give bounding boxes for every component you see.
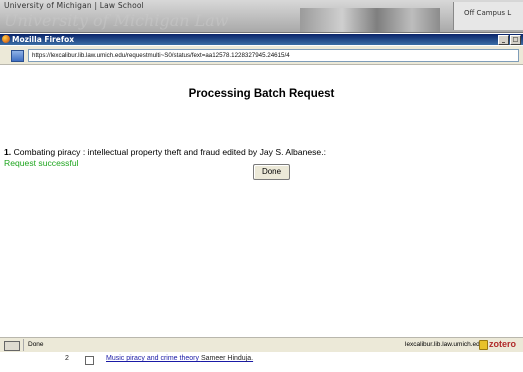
status-divider bbox=[23, 339, 24, 351]
item-text: Combating piracy : intellectual property… bbox=[13, 147, 326, 157]
status-bar-icon bbox=[4, 341, 20, 351]
maximize-button[interactable]: □ bbox=[510, 35, 521, 45]
item-number: 1. bbox=[4, 147, 12, 157]
done-button[interactable]: Done bbox=[253, 164, 290, 180]
site-banner-text: University of Michigan Law bbox=[4, 11, 229, 30]
site-name: University of Michigan | Law School bbox=[4, 1, 144, 10]
minimize-button[interactable]: _ bbox=[498, 35, 509, 45]
result-title-link[interactable]: Music piracy and crime theory Sameer Hin… bbox=[106, 355, 253, 362]
status-text: Done bbox=[28, 341, 44, 348]
status-domain: lexcalibur.lib.law.umich.edu bbox=[405, 341, 484, 348]
background-page-header: University of Michigan | Law School Univ… bbox=[0, 0, 523, 33]
result-checkbox[interactable] bbox=[85, 356, 94, 365]
list-item: 2 Music piracy and crime theory Sameer H… bbox=[0, 355, 523, 365]
address-bar: https://lexcalibur.lib.law.umich.edu/req… bbox=[0, 46, 523, 65]
request-item: 1. Combating piracy : intellectual prope… bbox=[4, 147, 326, 157]
request-status: Request successful bbox=[4, 158, 79, 168]
firefox-popup-window: Mozilla Firefox _ □ https://lexcalibur.l… bbox=[0, 34, 523, 352]
background-results-list: 2 Music piracy and crime theory Sameer H… bbox=[0, 351, 523, 372]
lock-icon[interactable] bbox=[479, 340, 488, 350]
window-title: Mozilla Firefox bbox=[12, 35, 75, 44]
page-icon bbox=[11, 50, 24, 62]
off-campus-tab[interactable]: Off Campus L bbox=[453, 2, 523, 30]
url-field[interactable]: https://lexcalibur.lib.law.umich.edu/req… bbox=[28, 49, 519, 62]
banner-photo bbox=[300, 8, 440, 32]
result-number: 2 bbox=[65, 355, 69, 362]
page-title: Processing Batch Request bbox=[188, 88, 335, 100]
status-bar: Done lexcalibur.lib.law.umich.edu zotero bbox=[0, 337, 523, 352]
page-content: Processing Batch Request 1. Combating pi… bbox=[0, 65, 523, 320]
window-titlebar[interactable]: Mozilla Firefox _ □ bbox=[0, 34, 523, 45]
zotero-button[interactable]: zotero bbox=[489, 339, 516, 349]
result-author: Sameer Hinduja. bbox=[200, 355, 254, 362]
firefox-icon bbox=[2, 35, 10, 43]
off-campus-tab-label: Off Campus L bbox=[464, 9, 512, 17]
